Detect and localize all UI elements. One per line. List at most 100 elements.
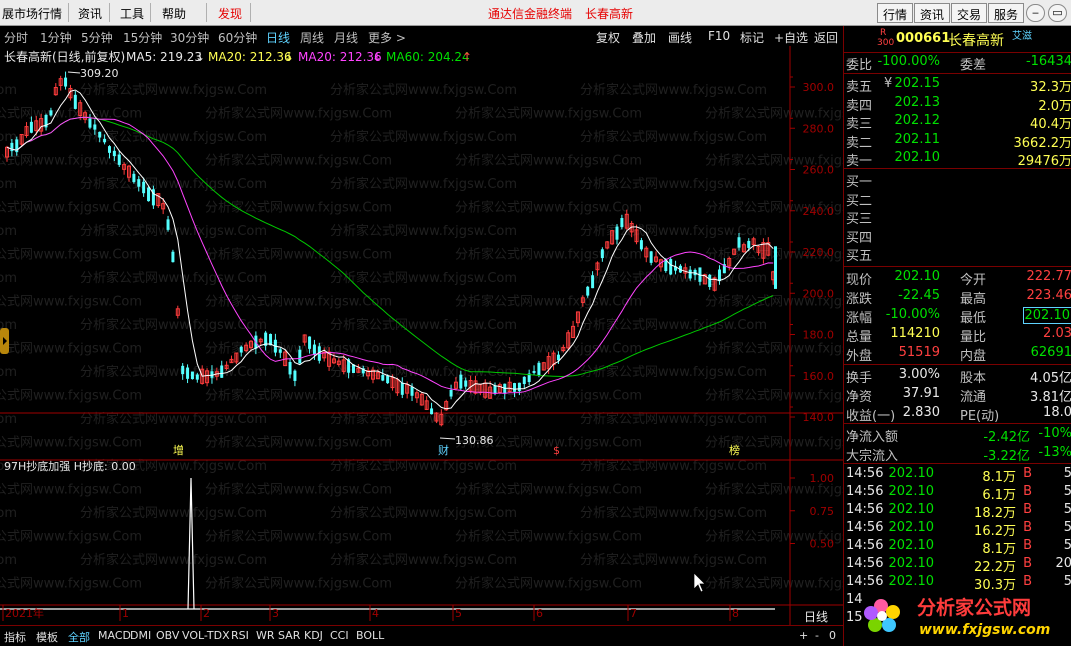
high-pointer xyxy=(67,71,81,74)
time-axis-label: 8 xyxy=(732,607,739,620)
mark-button[interactable]: 标记 xyxy=(740,29,764,46)
period-tab[interactable]: 分时 xyxy=(4,29,28,46)
flow-value: -3.22亿 xyxy=(983,448,1030,464)
f10-button[interactable]: F10 xyxy=(708,29,730,43)
indicator-tab[interactable]: DMI xyxy=(130,629,151,642)
event-marker[interactable]: 财 xyxy=(438,443,449,457)
fin-label: 流通 xyxy=(960,390,987,405)
period-bar: 分时 1分钟 5分钟 15分钟 30分钟 60分钟 日线 周线 月线 更多 > … xyxy=(0,26,843,46)
watermark-text: 分析家公式网www.fxjgsw.Com xyxy=(0,435,142,451)
menu-help[interactable]: 帮助 xyxy=(162,5,186,22)
ask-price[interactable]: 202.11 xyxy=(895,132,941,147)
overlay-button[interactable]: 叠加 xyxy=(632,29,656,46)
concept-badge[interactable]: 艾滋 xyxy=(1012,27,1032,42)
candle-body xyxy=(600,249,604,259)
stat-label: 最低 xyxy=(960,311,987,326)
service-button[interactable]: 服务 xyxy=(988,3,1025,23)
reset-zoom-button[interactable]: 0 xyxy=(829,629,836,642)
period-tab[interactable]: 1分钟 xyxy=(40,29,72,46)
stat-label: 量比 xyxy=(960,330,987,345)
candle-body xyxy=(586,286,590,296)
quote-button[interactable]: 行情 xyxy=(877,3,914,23)
event-marker[interactable]: 增 xyxy=(173,443,184,457)
trade-button[interactable]: 交易 xyxy=(951,3,988,23)
indicator-tick-label: 1.00 xyxy=(810,472,835,485)
back-button[interactable]: 返回 xyxy=(814,29,838,46)
period-tab[interactable]: 周线 xyxy=(300,29,324,46)
indicator-tab[interactable]: 全部 xyxy=(68,629,90,645)
indicator-tab[interactable]: KDJ xyxy=(304,629,323,642)
period-tab-active[interactable]: 日线 xyxy=(266,29,290,46)
zoom-out-button[interactable]: - xyxy=(815,629,819,642)
candle-body-latest xyxy=(774,246,777,289)
candle-body xyxy=(112,150,116,157)
fxjgsw-logo: 分析家公式网 www.fxjgsw.com xyxy=(864,596,1050,638)
period-tab[interactable]: 5分钟 xyxy=(81,29,113,46)
minimize-icon[interactable]: ‒ xyxy=(1026,4,1045,22)
watermark-text: 分析家公式网www.fxjgsw.Com xyxy=(0,505,17,521)
tick-side: B xyxy=(1023,466,1032,481)
period-tab[interactable]: 30分钟 xyxy=(170,29,209,46)
watermark-text: 分析家公式网www.fxjgsw.Com xyxy=(330,552,517,568)
watermark-text: 分析家公式网www.fxjgsw.Com xyxy=(330,129,517,145)
current-stock-title: 长春高新 xyxy=(585,7,634,21)
indicator-tab[interactable]: 指标 xyxy=(4,629,26,645)
indicator-tab[interactable]: CCI xyxy=(330,629,349,642)
event-marker[interactable]: $ xyxy=(553,444,560,457)
stat-label: 现价 xyxy=(846,273,873,288)
period-tab[interactable]: 15分钟 xyxy=(123,29,162,46)
period-tab-more[interactable]: 更多 > xyxy=(368,29,406,46)
period-tab[interactable]: 60分钟 xyxy=(218,29,257,46)
watermark-text: 分析家公式网www.fxjgsw.Com xyxy=(205,106,392,122)
period-tab[interactable]: 月线 xyxy=(334,29,358,46)
indicator-tab[interactable]: WR xyxy=(256,629,275,642)
price-tick-label: 180.0 xyxy=(803,329,835,342)
watermark-text: 分析家公式网www.fxjgsw.Com xyxy=(205,153,392,169)
watermark-text: 分析家公式网www.fxjgsw.Com xyxy=(330,505,517,521)
candle-body xyxy=(615,226,619,240)
indicator-tab[interactable]: MACD xyxy=(98,629,131,642)
time-axis-label: 2021年 xyxy=(5,606,44,620)
ask-price[interactable]: 202.12 xyxy=(895,113,941,128)
ask-label: 卖五 xyxy=(846,80,873,95)
ask-price[interactable]: 202.10 xyxy=(895,150,941,165)
price-tick-label: 220.0 xyxy=(803,246,835,259)
indicator-tab[interactable]: 模板 xyxy=(36,629,58,645)
menu-tools[interactable]: 工具 xyxy=(120,5,144,22)
tick-count: 5 xyxy=(1052,466,1071,481)
indicator-tab[interactable]: BOLL xyxy=(356,629,384,642)
flow-row: 大宗流入 -3.22亿 -13% xyxy=(844,445,1071,464)
price-tick-label: 300.0 xyxy=(803,81,835,94)
add-watchlist-button[interactable]: +自选 xyxy=(774,29,808,46)
news-button[interactable]: 资讯 xyxy=(914,3,951,23)
tick-count: 5 xyxy=(1052,520,1071,535)
fin-label: PE(动) xyxy=(960,409,1000,424)
draw-button[interactable]: 画线 xyxy=(668,29,692,46)
candle-body xyxy=(220,365,224,378)
menu-discover[interactable]: 发现 xyxy=(218,5,242,22)
ask-price[interactable]: 202.13 xyxy=(895,95,941,110)
indicator-tab[interactable]: SAR xyxy=(278,629,300,642)
event-marker[interactable]: 榜 xyxy=(729,443,740,457)
watermark-text: 分析家公式网www.fxjgsw.Com xyxy=(205,529,392,545)
menu-news[interactable]: 资讯 xyxy=(78,5,102,22)
watermark-text: 分析家公式网www.fxjgsw.Com xyxy=(80,176,267,192)
indicator-tab[interactable]: OBV xyxy=(156,629,179,642)
ask-price[interactable]: 202.15 xyxy=(895,76,941,91)
kline-chart[interactable]: 分析家公式网www.fxjgsw.Com 分析家公式网www.fxjgsw.Com… xyxy=(0,46,843,625)
menu-separator xyxy=(68,3,69,22)
watermark-text: 分析家公式网www.fxjgsw.Com xyxy=(80,364,267,380)
menu-market[interactable]: 展市场行情 xyxy=(2,5,62,22)
tick-side: B xyxy=(1023,556,1032,571)
maximize-icon[interactable]: ▭ xyxy=(1048,4,1067,22)
indicator-tab[interactable]: VOL-TDX xyxy=(182,629,230,642)
candle-body xyxy=(556,354,560,361)
watermark-text: 分析家公式网www.fxjgsw.Com xyxy=(330,82,517,98)
watermark-text: 分析家公式网www.fxjgsw.Com xyxy=(705,435,843,451)
indicator-tab[interactable]: RSI xyxy=(231,629,249,642)
logo-url: www.fxjgsw.com xyxy=(919,622,1050,638)
stat-value: 202.10 xyxy=(894,269,941,284)
fuquan-button[interactable]: 复权 xyxy=(596,29,620,46)
candle-body xyxy=(639,240,643,250)
zoom-in-button[interactable]: + xyxy=(799,629,808,642)
